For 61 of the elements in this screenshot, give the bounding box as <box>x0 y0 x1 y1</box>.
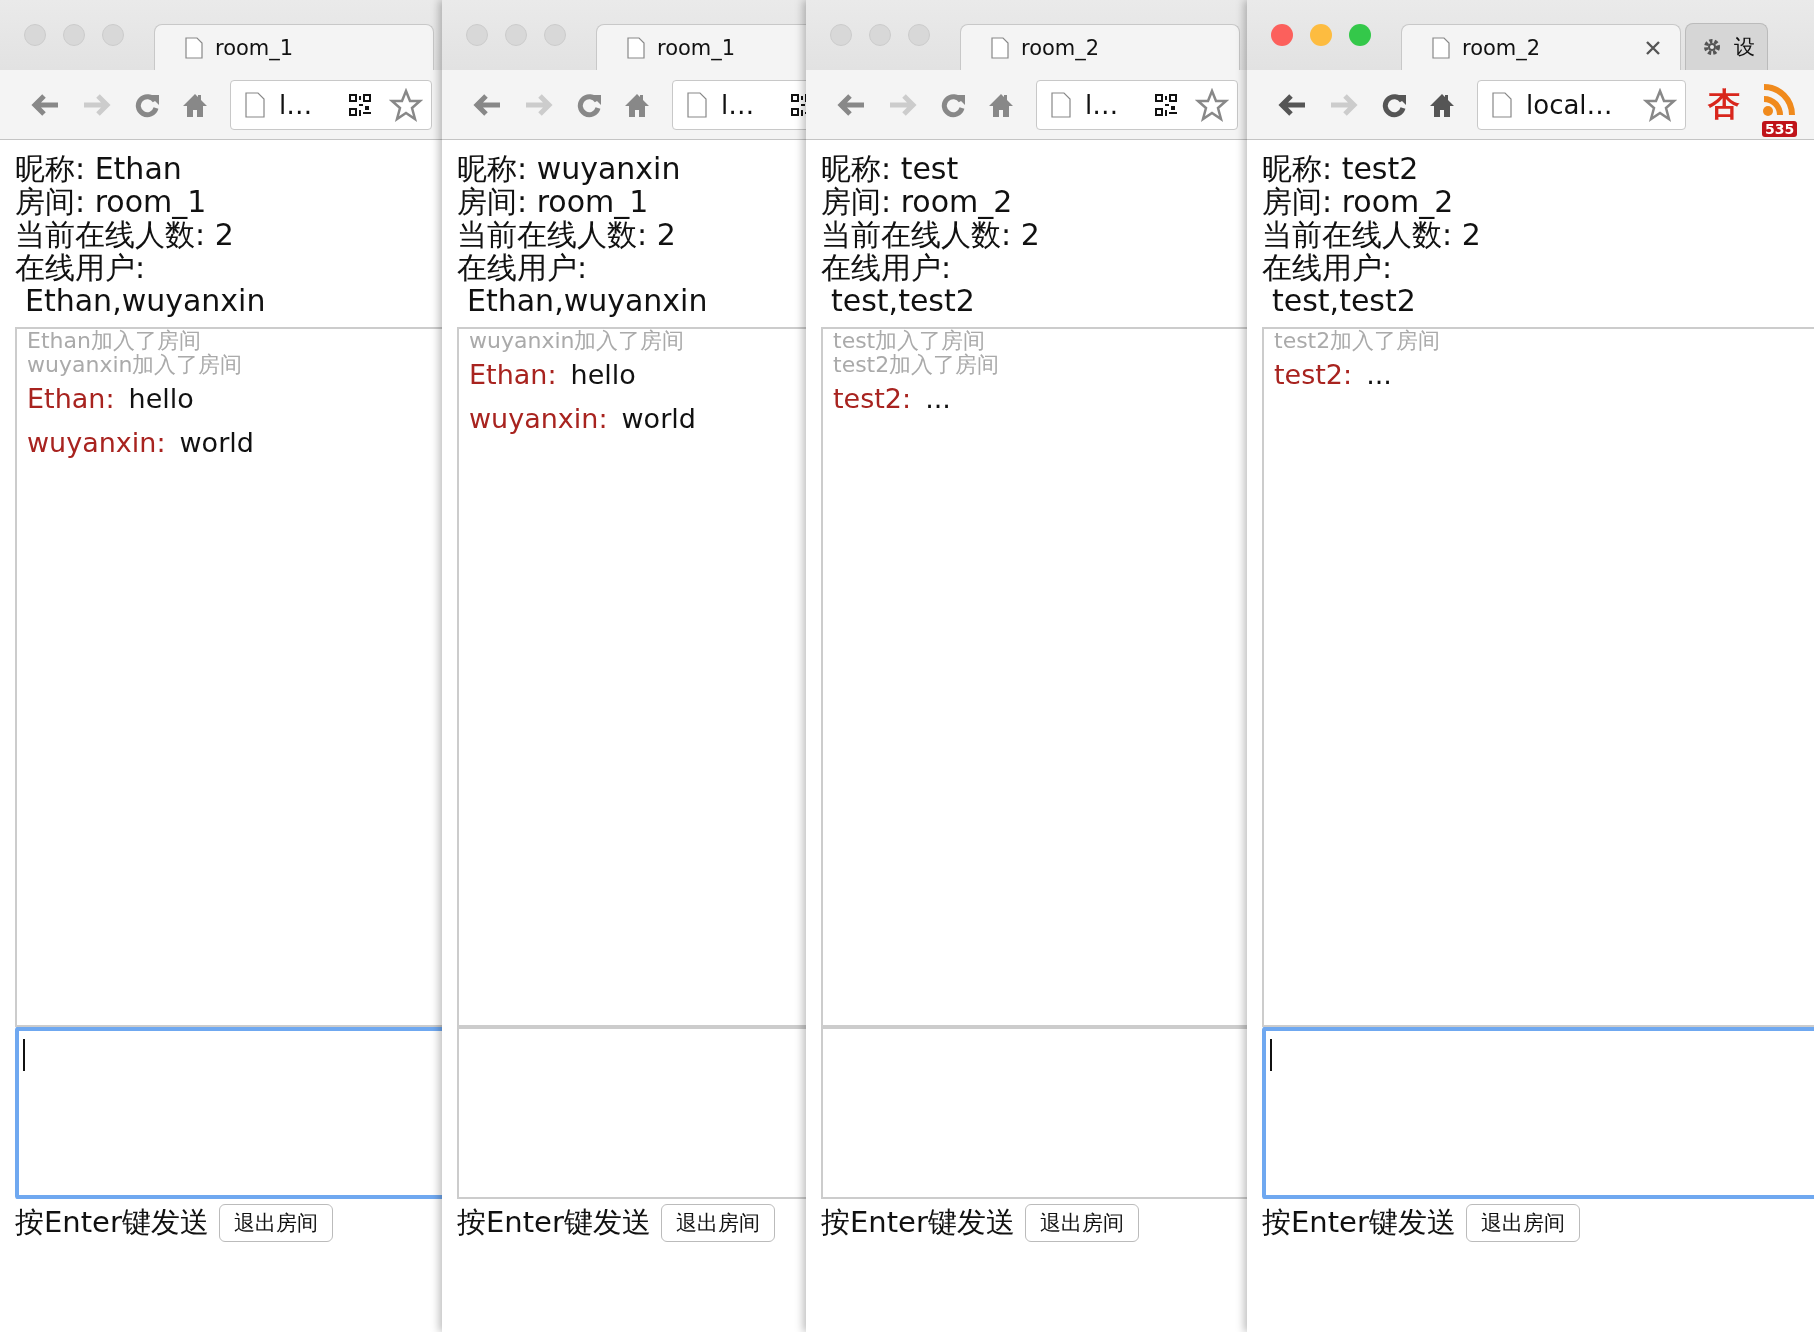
url-text: l… <box>1085 89 1120 120</box>
address-bar[interactable]: l… <box>230 79 432 130</box>
message-text: hello <box>128 382 194 416</box>
send-hint: 按Enter键发送 <box>821 1204 1015 1241</box>
url-text: l… <box>721 89 756 120</box>
info-text: 昵称: wuyanxin <box>457 152 682 185</box>
send-hint: 按Enter键发送 <box>1262 1204 1456 1241</box>
system-message: test加入了房间 <box>833 329 987 353</box>
system-message: wuyanxin加入了房间 <box>469 329 686 353</box>
extension-icon[interactable]: 杏 <box>1708 82 1740 127</box>
info-text: 房间: room_1 <box>15 185 208 218</box>
address-bar[interactable]: l… <box>672 79 806 130</box>
message-text: ... <box>925 382 951 416</box>
sender-name: Ethan: <box>27 382 115 416</box>
info-text: 房间: room_2 <box>821 185 1014 218</box>
system-message: test2加入了房间 <box>1274 329 1442 353</box>
browser-tab[interactable]: room_1 <box>154 24 434 70</box>
info-text: 昵称: test <box>821 152 960 185</box>
info-text: 房间: room_2 <box>1262 185 1455 218</box>
info-text: Ethan,wuyanxin <box>466 284 709 317</box>
info-text: test,test2 <box>1271 284 1417 317</box>
sender-name: test2: <box>1274 358 1353 392</box>
system-message: Ethan加入了房间 <box>27 329 202 353</box>
info-text: 当前在线人数: 2 <box>15 218 235 251</box>
info-text: 在线用户: <box>1262 251 1394 284</box>
message-text: ... <box>1366 358 1392 392</box>
leave-room-button[interactable]: 退出房间 <box>218 1204 333 1242</box>
info-text: 在线用户: <box>15 251 147 284</box>
info-text: 当前在线人数: 2 <box>1262 218 1482 251</box>
browser-tab[interactable]: room_2 <box>1401 24 1681 70</box>
sender-name: Ethan: <box>469 358 557 392</box>
url-text: l… <box>279 89 314 120</box>
info-text: 在线用户: <box>821 251 953 284</box>
sender-name: wuyanxin: <box>469 402 608 436</box>
address-bar[interactable]: l… <box>1036 79 1238 130</box>
info-text: test,test2 <box>830 284 976 317</box>
message-text: hello <box>570 358 636 392</box>
send-hint: 按Enter键发送 <box>457 1204 651 1241</box>
address-bar[interactable]: local… <box>1477 79 1686 130</box>
system-message: test2加入了房间 <box>833 353 1001 377</box>
notification-badge: 535 <box>1762 120 1798 137</box>
browser-tab[interactable]: room_2 <box>960 24 1240 70</box>
browser-tab[interactable]: 设 <box>1685 23 1768 70</box>
info-text: Ethan,wuyanxin <box>24 284 267 317</box>
leave-room-button[interactable]: 退出房间 <box>660 1204 775 1242</box>
message-text: world <box>621 402 696 436</box>
info-text: 昵称: test2 <box>1262 152 1420 185</box>
message-text: world <box>179 426 254 460</box>
leave-room-button[interactable]: 退出房间 <box>1024 1204 1139 1242</box>
url-text: local… <box>1526 89 1613 120</box>
info-text: 在线用户: <box>457 251 589 284</box>
info-text: 当前在线人数: 2 <box>457 218 677 251</box>
sender-name: test2: <box>833 382 912 416</box>
send-hint: 按Enter键发送 <box>15 1204 209 1241</box>
info-text: 当前在线人数: 2 <box>821 218 1041 251</box>
info-text: 房间: room_1 <box>457 185 649 218</box>
leave-room-button[interactable]: 退出房间 <box>1465 1204 1580 1242</box>
browser-tab[interactable]: room_1 <box>596 24 806 70</box>
info-text: 昵称: Ethan <box>15 152 183 185</box>
system-message: wuyanxin加入了房间 <box>27 353 244 377</box>
sender-name: wuyanxin: <box>27 426 166 460</box>
